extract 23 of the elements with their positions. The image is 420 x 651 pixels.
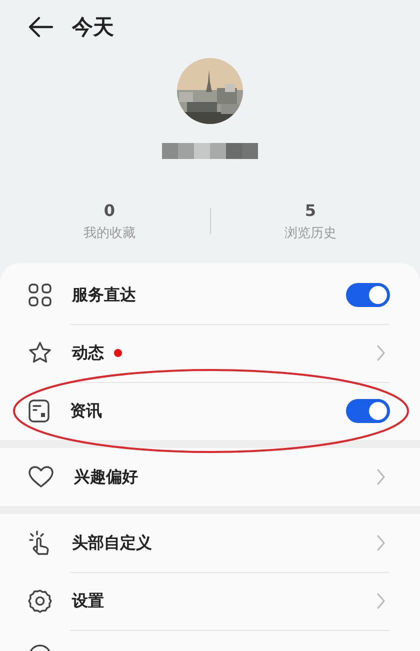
row-label: 兴趣偏好 [74, 466, 138, 488]
grid-icon [28, 283, 52, 307]
stat-value: 5 [304, 200, 316, 220]
page-title: 今天 [72, 14, 114, 41]
chevron-icon [376, 534, 386, 552]
row-label: 服务直达 [72, 284, 136, 306]
heart-icon [28, 465, 54, 489]
toggle-switch[interactable] [346, 399, 390, 423]
chevron-icon [376, 468, 386, 486]
stat-label: 浏览历史 [284, 224, 336, 242]
back-icon[interactable] [28, 16, 54, 38]
row-label: 动态 [72, 342, 104, 364]
stat-label: 我的收藏 [84, 224, 136, 242]
stat-value: 0 [104, 200, 116, 220]
row-label: 资讯 [70, 400, 102, 422]
row-label: 设置 [72, 590, 104, 612]
star-icon [28, 341, 52, 365]
settings-icon [28, 589, 52, 613]
row-label: 头部自定义 [72, 532, 152, 554]
chevron-icon [376, 592, 386, 610]
card-icon [28, 399, 50, 423]
chevron-icon [376, 344, 386, 362]
toggle-switch[interactable] [346, 283, 390, 307]
